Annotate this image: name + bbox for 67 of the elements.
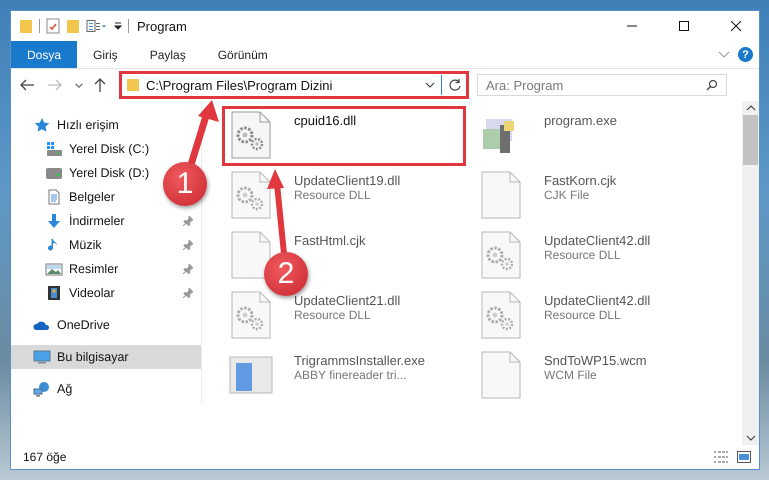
file-item[interactable]: cpuid16.dll (222, 106, 466, 166)
file-name[interactable]: UpdateClient42.dll (544, 233, 650, 248)
sidebar-item[interactable]: Bu bilgisayar (11, 345, 201, 369)
refresh-icon[interactable] (448, 78, 462, 92)
ribbon-tab[interactable]: Görünüm (202, 41, 284, 68)
large-icons-view-icon[interactable] (737, 451, 751, 463)
film-icon (45, 285, 63, 301)
sidebar-item[interactable]: Belgeler (11, 185, 123, 209)
file-name[interactable]: SndToWP15.wcm (544, 353, 647, 368)
network-icon (33, 381, 51, 397)
sidebar-item[interactable]: Ağ (11, 377, 80, 401)
minimize-icon[interactable] (627, 25, 637, 27)
scrollbar[interactable] (742, 101, 759, 445)
help-icon[interactable]: ? (738, 47, 753, 62)
picture-icon (45, 261, 63, 277)
drive-icon (45, 165, 63, 181)
up-arrow-icon[interactable] (93, 77, 107, 93)
details-view-icon[interactable] (713, 451, 729, 463)
file-type: CJK File (544, 188, 590, 202)
search-field[interactable]: Ara: Program (477, 74, 727, 96)
monitor-icon (33, 349, 51, 365)
item-count: 167 öğe (23, 450, 66, 464)
expand-ribbon-icon[interactable] (718, 51, 730, 58)
sidebar-item[interactable]: Yerel Disk (C:) (11, 137, 158, 161)
file-name[interactable]: TrigrammsInstaller.exe (294, 353, 425, 368)
sidebar-item[interactable]: İndirmeler (11, 209, 201, 233)
file-name[interactable]: FastKorn.cjk (544, 173, 616, 188)
chevron-down-icon[interactable] (75, 82, 83, 88)
folder-icon (126, 78, 140, 92)
file-type: Resource DLL (294, 308, 371, 322)
file-type: WCM File (544, 368, 597, 382)
address-field[interactable]: C:\Program Files\Program Dizini (119, 71, 469, 99)
sidebar-item[interactable]: OneDrive (11, 313, 118, 337)
chevron-down-icon[interactable] (425, 82, 435, 88)
ribbon-tab[interactable]: Paylaş (134, 41, 202, 68)
close-icon[interactable] (731, 21, 741, 31)
file-name[interactable]: UpdateClient19.dll (294, 173, 400, 188)
file-type: ABBY finereader tri... (294, 368, 406, 382)
checklist-icon[interactable] (46, 18, 60, 34)
maximize-icon[interactable] (679, 21, 689, 31)
download-arrow-icon (45, 213, 63, 229)
drive-icon (45, 141, 63, 157)
file-name[interactable]: UpdateClient21.dll (294, 293, 400, 308)
dropdown-icon[interactable] (114, 22, 122, 30)
sidebar-item[interactable]: Yerel Disk (D:) (11, 161, 158, 185)
star-icon (33, 117, 51, 133)
back-arrow-icon[interactable] (19, 78, 35, 92)
file-type: Resource DLL (544, 248, 621, 262)
sidebar-item[interactable]: Resimler (11, 257, 201, 281)
address-path: C:\Program Files\Program Dizini (146, 78, 332, 92)
sidebar-item[interactable]: Videolar (11, 281, 201, 305)
file-type: Resource DLL (544, 308, 621, 322)
properties-icon[interactable] (86, 20, 108, 32)
file-name[interactable]: FastHtml.cjk (294, 233, 366, 248)
scrollbar-thumb[interactable] (743, 115, 758, 165)
sidebar-item[interactable]: Hızlı erişim (11, 113, 127, 137)
sidebar-item[interactable]: Müzik (11, 233, 201, 257)
search-icon[interactable] (706, 79, 718, 91)
scroll-down-icon[interactable] (746, 435, 756, 441)
file-type: Resource DLL (294, 188, 371, 202)
ribbon-tab[interactable]: Dosya (11, 41, 78, 68)
file-name[interactable]: UpdateClient42.dll (544, 293, 650, 308)
file-name[interactable]: program.exe (544, 113, 617, 128)
file-name: cpuid16.dll (294, 113, 356, 128)
scroll-up-icon[interactable] (746, 105, 756, 111)
window-title: Program (136, 18, 187, 34)
ribbon-tab[interactable]: Giriş (77, 41, 134, 68)
